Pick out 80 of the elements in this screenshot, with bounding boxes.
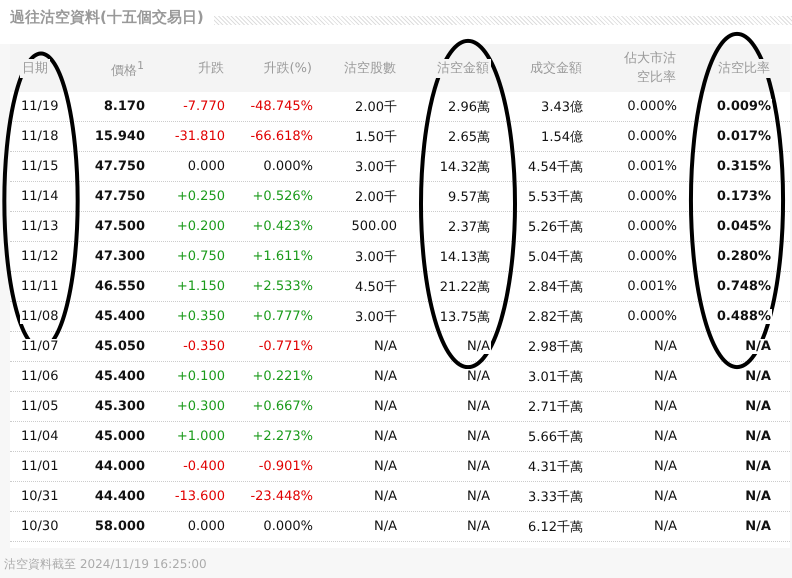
table-cell: N/A [373, 489, 398, 504]
table-cell: 14.13萬 [438, 250, 491, 264]
table-cell: 11/15 [20, 159, 60, 174]
table-cell: N/A [744, 519, 772, 534]
table-cell: 21.22萬 [438, 280, 491, 294]
table-cell: 11/14 [20, 189, 60, 204]
table-cell: N/A [653, 429, 678, 444]
table-cell: 2.82千萬 [527, 310, 584, 324]
table-cell: 6.12千萬 [527, 520, 584, 534]
table-cell: 11/01 [20, 459, 60, 474]
table-cell: N/A [744, 489, 772, 504]
table-cell: N/A [466, 489, 491, 504]
table-cell: N/A [744, 339, 772, 354]
column-header: 沽空金額 [435, 58, 491, 78]
table-cell: 9.57萬 [447, 190, 491, 204]
table-cell: N/A [466, 399, 491, 414]
table-cell: N/A [653, 519, 678, 534]
table-cell: 11/11 [20, 279, 60, 294]
table-cell: N/A [744, 459, 772, 474]
data-timestamp: 沽空資料截至 2024/11/19 16:25:00 [3, 556, 208, 573]
table-cell: 2.98千萬 [527, 340, 584, 354]
table-cell: 3.00千 [354, 310, 398, 324]
table-cell: N/A [653, 489, 678, 504]
table-cell: N/A [373, 519, 398, 534]
table-cell: 2.96萬 [447, 100, 491, 114]
table-cell: 11/04 [20, 429, 60, 444]
table-cell: N/A [373, 399, 398, 414]
column-header: 成交金額 [528, 58, 584, 78]
table-cell: 3.01千萬 [527, 370, 584, 384]
table-cell: 2.00千 [354, 100, 398, 114]
table-cell: 11/05 [20, 399, 60, 414]
table-cell: 4.50千 [354, 280, 398, 294]
table-cell: N/A [744, 399, 772, 414]
table-cell: N/A [466, 429, 491, 444]
table-cell: 11/13 [20, 219, 60, 234]
table-cell: 2.71千萬 [527, 400, 584, 414]
table-cell: 5.66千萬 [527, 430, 584, 444]
table-cell: 5.26千萬 [527, 220, 584, 234]
table-cell: 1.50千 [354, 130, 398, 144]
table-cell: 3.00千 [354, 160, 398, 174]
table-cell: 2.84千萬 [527, 280, 584, 294]
table-cell: 10/31 [20, 489, 60, 504]
table-cell: N/A [373, 459, 398, 474]
table-cell: 4.54千萬 [527, 160, 584, 174]
table-cell: 13.75萬 [438, 310, 491, 324]
table-cell: 2.65萬 [447, 130, 491, 144]
table-cell: N/A [373, 339, 398, 354]
table-cell: 0.488% [716, 309, 772, 324]
table-cell: N/A [466, 519, 491, 534]
table-cell: 4.31千萬 [527, 460, 584, 474]
table-cell: 11/12 [20, 249, 60, 264]
table-cell: 2.37萬 [447, 220, 491, 234]
table-cell: N/A [653, 369, 678, 384]
table-cell: 5.53千萬 [527, 190, 584, 204]
section-title: 過往沽空資料(十五個交易日) [10, 8, 204, 26]
table-cell: N/A [466, 339, 491, 354]
table-cell: 3.00千 [354, 250, 398, 264]
column-header: 日期 [20, 58, 50, 78]
table-cell: N/A [373, 369, 398, 384]
table-cell: 11/07 [20, 339, 60, 354]
table-cell: 10/30 [20, 519, 60, 534]
table-cell: 11/18 [20, 129, 60, 144]
table-cell: 11/06 [20, 369, 60, 384]
table-cell: N/A [373, 429, 398, 444]
table-cell: 11/19 [20, 99, 60, 114]
table-cell: N/A [744, 369, 772, 384]
table-cell: N/A [744, 429, 772, 444]
table-cell: 11/08 [20, 309, 60, 324]
table-cell: N/A [653, 459, 678, 474]
table-cell: 1.54億 [540, 130, 584, 144]
table-cell: 2.00千 [354, 190, 398, 204]
table-cell: N/A [653, 339, 678, 354]
table-cell: N/A [466, 459, 491, 474]
table-cell: N/A [653, 399, 678, 414]
column-header: 沽空比率 [716, 58, 772, 78]
table-cell: 3.33千萬 [527, 490, 584, 504]
table-cell: 5.04千萬 [527, 250, 584, 264]
table-cell: 3.43億 [540, 100, 584, 114]
table-cell: N/A [466, 369, 491, 384]
table-cell: 14.32萬 [438, 160, 491, 174]
